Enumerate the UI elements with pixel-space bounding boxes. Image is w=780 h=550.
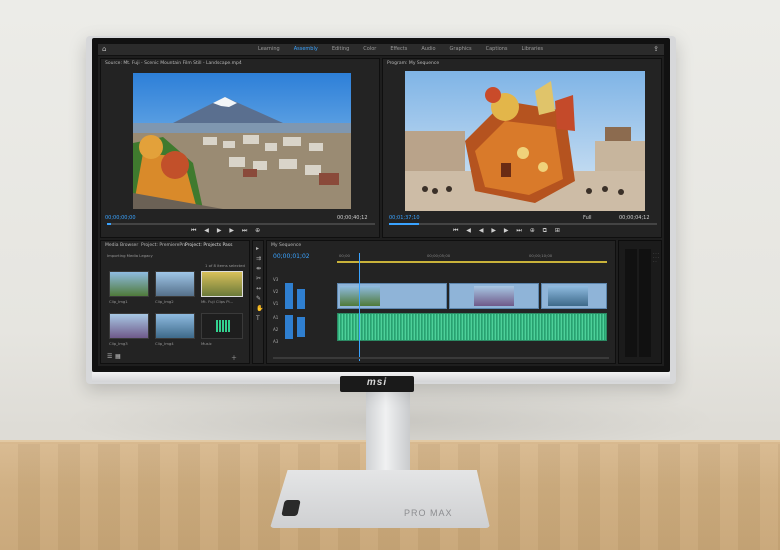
source-timecode-in: 00;00;00;00: [105, 215, 136, 221]
home-icon[interactable]: ⌂: [102, 45, 106, 53]
source-monitor-title: Source: Mt. Fuji - Scenic Mountain Film …: [105, 61, 242, 66]
project-tab-projects-pass[interactable]: Project: Projects Pass: [185, 243, 232, 248]
video-clip-1[interactable]: [337, 283, 447, 309]
tab-audio[interactable]: Audio: [421, 46, 435, 52]
tab-learning[interactable]: Learning: [258, 46, 280, 52]
source-patch-v[interactable]: [297, 289, 305, 309]
program-frame-festival-float: [405, 71, 645, 211]
video-clip-3-thumb: [548, 286, 588, 306]
source-scrubber[interactable]: [107, 223, 375, 225]
thumb-clip-2-label: Clip_Img2: [155, 299, 174, 304]
program-monitor-panel: Program: My Sequence 00;01;37;10 Full 00…: [382, 58, 662, 238]
thumb-clip-1[interactable]: [109, 271, 149, 297]
track-target-v1[interactable]: [285, 283, 293, 309]
workspace-tabs: Learning Assembly Editing Color Effects …: [258, 46, 543, 52]
tab-color[interactable]: Color: [363, 46, 376, 52]
tab-editing[interactable]: Editing: [332, 46, 349, 52]
thumb-clip-3[interactable]: [109, 313, 149, 339]
work-area-bar[interactable]: [337, 261, 607, 263]
grid-view-icon[interactable]: ▦: [115, 353, 121, 360]
audio-waveform-icon: [216, 320, 230, 332]
tools-panel: ▸ ⇉ ⇹ ✂ ↔ ✎ ✋ T: [252, 240, 264, 364]
workspace-bar: ⌂ Learning Assembly Editing Color Effect…: [98, 44, 664, 56]
timeline-sequence-title[interactable]: My Sequence: [271, 243, 301, 248]
audio-clip-music[interactable]: [337, 313, 607, 341]
program-transport-controls[interactable]: ⏮ ◀ ◀ ▶ ▶ ⏭ ⊕ ⧉ ⊞: [453, 227, 563, 235]
tab-captions[interactable]: Captions: [486, 46, 508, 52]
project-panel: Media Browser Project: PremierePro Proje…: [100, 240, 250, 364]
video-clip-3[interactable]: [541, 283, 607, 309]
thumb-clip-4[interactable]: [155, 313, 195, 339]
source-monitor-panel: Source: Mt. Fuji - Scenic Mountain Film …: [100, 58, 380, 238]
tab-graphics[interactable]: Graphics: [450, 46, 472, 52]
thumb-music-label: Music: [201, 341, 212, 346]
track-select-icon[interactable]: ⇉: [256, 255, 261, 262]
ruler-mark-2: 00;00;10;00: [529, 253, 553, 258]
project-path: Importing Media Legacy: [107, 253, 153, 258]
thumb-clip-selected[interactable]: [201, 271, 243, 297]
video-clip-2-thumb: [474, 286, 514, 306]
share-icon[interactable]: ⇪: [653, 45, 659, 53]
ripple-edit-icon[interactable]: ⇹: [256, 265, 261, 272]
track-target-a1[interactable]: [285, 315, 293, 339]
audio-meter-left: [625, 249, 637, 357]
thumb-clip-4-label: Clip_Img4: [155, 341, 174, 346]
monitor-brand-logo: msi: [366, 377, 388, 388]
audio-meter-panel: - - - - - - - -: [618, 240, 662, 364]
playhead[interactable]: [359, 253, 360, 361]
project-tab-premiere[interactable]: Project: PremierePro: [141, 243, 187, 248]
source-scrubber-progress: [107, 223, 111, 225]
source-transport-controls[interactable]: ⏮ ◀ ▶ ▶ ⏭ ⊕: [191, 227, 263, 235]
hand-tool-icon[interactable]: ✋: [256, 305, 263, 312]
mt-fuji-landscape: [133, 73, 351, 209]
audio-meter-right: [639, 249, 651, 357]
timeline-horizontal-scrollbar[interactable]: [273, 357, 609, 359]
project-tab-media-browser[interactable]: Media Browser: [105, 243, 138, 248]
monitor-stand-base: [270, 470, 490, 528]
source-frame-mt-fuji: [133, 73, 351, 209]
thumb-clip-3-label: Clip_Img3: [109, 341, 128, 346]
timeline-panel: My Sequence 00;00;01;02 00;00 00;00;05;0…: [266, 240, 616, 364]
program-timecode-in: 00;01;37;10: [389, 215, 420, 221]
razor-tool-icon[interactable]: ✂: [256, 275, 261, 282]
thumb-clip-selected-label: Mt. Fuji Clips Pi...: [201, 299, 234, 304]
base-model-label: PRO MAX: [404, 508, 453, 518]
thumb-clip-1-label: Clip_Img1: [109, 299, 128, 304]
ruler-mark-1: 00;00;05;00: [427, 253, 451, 258]
tab-libraries[interactable]: Libraries: [522, 46, 544, 52]
ruler-mark-0: 00;00: [339, 253, 350, 258]
track-a2[interactable]: A2: [273, 327, 278, 332]
project-item-count: 1 of 8 items selected: [205, 263, 245, 268]
list-view-icon[interactable]: ☰: [107, 353, 112, 360]
pen-tool-icon[interactable]: ✎: [256, 295, 261, 302]
type-tool-icon[interactable]: T: [256, 315, 260, 322]
track-a3[interactable]: A3: [273, 339, 278, 344]
tab-assembly[interactable]: Assembly: [294, 46, 318, 52]
editor-screen: ⌂ Learning Assembly Editing Color Effect…: [98, 44, 664, 366]
source-timecode-duration: 00;00;40;12: [337, 215, 368, 221]
program-scrubber-progress: [389, 223, 419, 225]
video-clip-1-thumb: [340, 286, 380, 306]
program-scrubber[interactable]: [389, 223, 657, 225]
program-timecode-duration: 00;00;04;12: [619, 215, 650, 221]
thumb-clip-2[interactable]: [155, 271, 195, 297]
selection-tool-icon[interactable]: ▸: [256, 245, 259, 252]
track-v3[interactable]: V3: [273, 277, 278, 282]
tab-effects[interactable]: Effects: [390, 46, 407, 52]
program-monitor-title: Program: My Sequence: [387, 61, 440, 66]
monitor-stand-neck: [366, 388, 410, 484]
program-zoom-level[interactable]: Full: [583, 215, 592, 221]
source-patch-a[interactable]: [297, 317, 305, 337]
new-item-icon[interactable]: ＋: [231, 353, 237, 362]
timeline-timecode[interactable]: 00;00;01;02: [273, 253, 310, 260]
video-clip-2[interactable]: [449, 283, 539, 309]
festival-float-image: [405, 71, 645, 211]
track-a1[interactable]: A1: [273, 315, 278, 320]
thumb-music[interactable]: [201, 313, 243, 339]
slip-tool-icon[interactable]: ↔: [256, 285, 261, 292]
meter-scale: - - - - - - - -: [653, 251, 660, 263]
track-v2[interactable]: V2: [273, 289, 278, 294]
track-v1[interactable]: V1: [273, 301, 278, 306]
